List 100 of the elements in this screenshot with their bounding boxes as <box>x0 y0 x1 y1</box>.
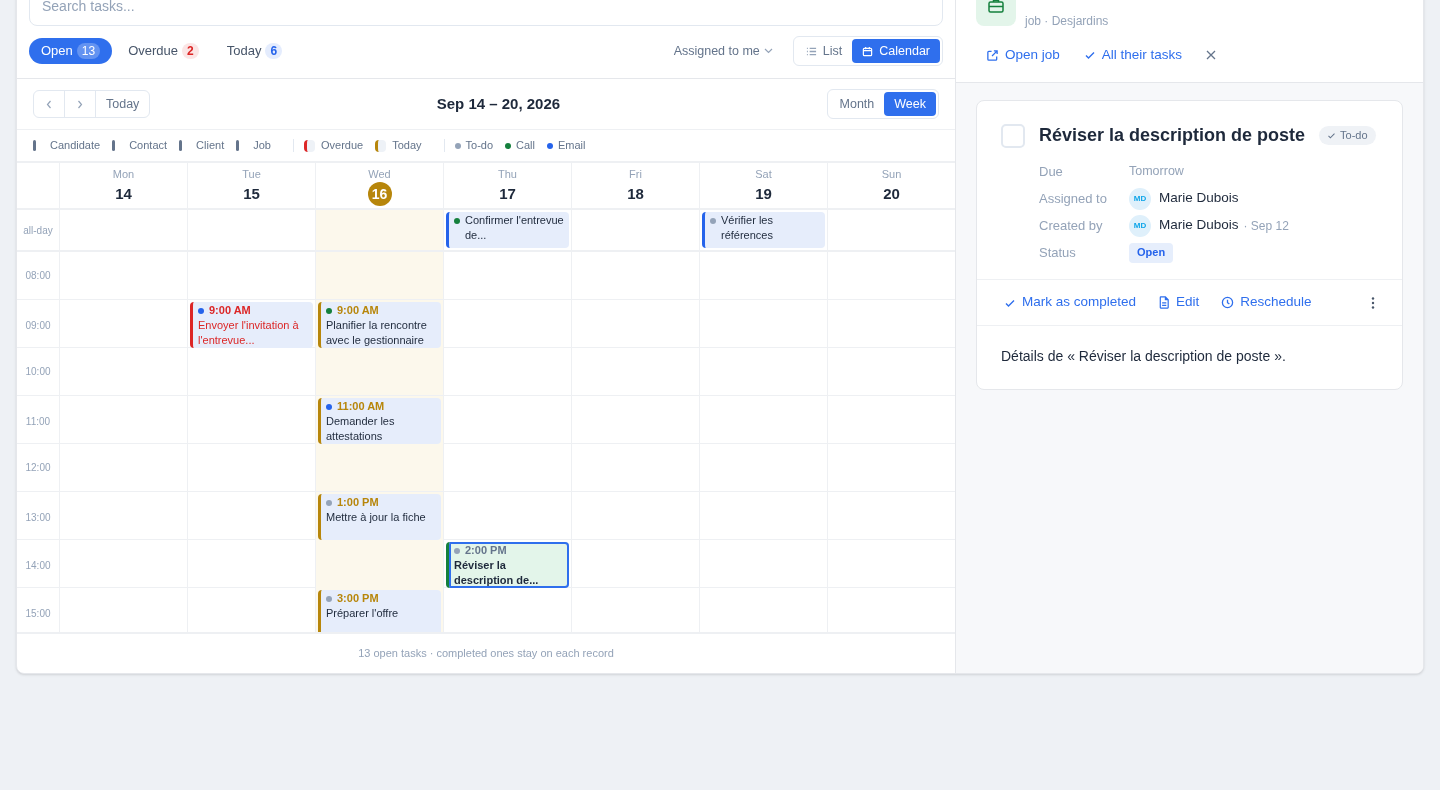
avatar: MD <box>1129 214 1151 237</box>
hour-label: 08:00 <box>25 269 51 283</box>
external-link-icon <box>986 48 999 62</box>
count-badge: 2 <box>182 43 199 59</box>
legend-label: Candidate <box>50 138 101 154</box>
weekday-label: Sat <box>755 168 772 181</box>
calendar-icon <box>862 45 874 57</box>
field-label: Due <box>1039 162 1064 181</box>
event-title: Demander les attestations <box>326 414 396 444</box>
event-title: Réviser la description de... <box>454 558 540 588</box>
close-icon <box>1206 50 1217 60</box>
event-title: Planifier la rencontre avec le gestionnaire <box>326 318 428 348</box>
search-field[interactable]: Search tasks... <box>29 0 943 26</box>
filter-tab[interactable]: Open 13 <box>29 38 113 64</box>
avatar: MD <box>1129 187 1151 210</box>
date-number: 19 <box>755 183 772 204</box>
legend-label: Call <box>516 138 535 154</box>
legend-label: Email <box>558 138 586 154</box>
hour-label: 11:00 <box>25 414 51 429</box>
check-icon <box>1327 131 1337 140</box>
view-tab[interactable]: List <box>795 39 853 63</box>
event-title: Vérifier les références <box>721 213 774 243</box>
clock-icon <box>1221 296 1235 309</box>
date-number: 20 <box>883 183 900 204</box>
record-action-link[interactable]: All their tasks <box>1083 44 1183 66</box>
weekday-label: Wed <box>368 168 391 181</box>
chevron-left-icon <box>46 99 52 109</box>
list-icon <box>805 45 817 57</box>
person-name: Marie Dubois <box>1159 189 1239 208</box>
weekday-label: Thu <box>498 168 517 181</box>
legend-label: Job <box>253 138 271 154</box>
task-action-link[interactable]: Reschedule <box>1221 292 1312 313</box>
hour-label: 13:00 <box>25 510 51 525</box>
task-action-link[interactable]: Edit <box>1158 292 1200 313</box>
event-time: 1:00 PM <box>337 495 379 510</box>
type-chip: To-do <box>1319 126 1376 145</box>
mode-tab[interactable]: Week <box>884 92 936 116</box>
task-action-link[interactable]: Mark as completed <box>1004 292 1137 313</box>
hour-label: 14:00 <box>25 558 51 573</box>
calendar-event[interactable]: 2:00 PM Réviser la description de... <box>446 542 569 588</box>
legend-label: Contact <box>129 138 168 154</box>
hour-label: 15:00 <box>25 606 51 621</box>
weekday-label: Sun <box>881 168 902 181</box>
field-label: Assigned to <box>1039 189 1108 208</box>
task-description: Détails de « Réviser la description de poste ». <box>1001 347 1287 366</box>
hour-label: 12:00 <box>25 461 51 475</box>
created-date: · Sep 12 <box>1243 217 1289 235</box>
person-name: Marie Dubois <box>1159 216 1239 235</box>
date-range: Sep 14 – 20, 2026 <box>436 93 561 114</box>
event-time: 9:00 AM <box>209 303 251 318</box>
weekday-label: Mon <box>112 168 135 181</box>
all-day-label: all-day <box>23 223 53 238</box>
calendar-event[interactable]: Vérifier les références <box>702 212 825 248</box>
calendar-event[interactable]: Confirmer l'entrevue de... <box>446 212 569 248</box>
calendar-event[interactable]: 11:00 AM Demander les attestations <box>318 398 441 444</box>
event-time: 2:00 PM <box>465 543 507 558</box>
date-number: 18 <box>627 183 644 204</box>
mode-tab[interactable]: Month <box>829 92 885 116</box>
document-icon <box>1158 296 1171 309</box>
calendar-event[interactable]: 9:00 AM Envoyer l'invitation à l'entrevue... <box>190 302 313 348</box>
event-time: 9:00 AM <box>337 303 379 318</box>
check-icon <box>1083 49 1096 61</box>
task-checkbox[interactable] <box>1001 123 1025 148</box>
date-number: 17 <box>499 183 516 204</box>
view-tab[interactable]: Calendar <box>852 39 940 63</box>
hour-label: 10:00 <box>25 365 51 379</box>
calendar-event[interactable]: 3:00 PM Préparer l'offre <box>318 590 441 632</box>
record-subtitle: job · Desjardins <box>1025 13 1109 30</box>
hour-label: 09:00 <box>25 318 51 333</box>
status-badge: Open <box>1129 242 1174 263</box>
date-number: 15 <box>243 183 260 204</box>
legend-label: Today <box>392 138 422 154</box>
weekday-label: Fri <box>629 168 642 181</box>
field-label: Created by <box>1039 216 1104 235</box>
task-title: Réviser la description de poste <box>1039 124 1306 147</box>
caret-icon <box>763 48 773 54</box>
event-time: 11:00 AM <box>337 399 385 414</box>
record-action-link[interactable]: Open job <box>986 44 1060 66</box>
footer-note: 13 open tasks · completed ones stay on each record <box>358 646 614 662</box>
event-time: 3:00 PM <box>337 591 379 606</box>
count-badge: 6 <box>265 43 283 59</box>
field-label: Status <box>1039 243 1077 262</box>
count-badge: 13 <box>76 43 101 59</box>
filter-tab[interactable]: Overdue 2 <box>116 38 211 64</box>
event-title: Préparer l'offre <box>326 606 400 621</box>
more-button[interactable] <box>1371 296 1375 309</box>
field-value: Tomorrow <box>1129 163 1184 181</box>
filter-tab[interactable]: Today 6 <box>214 38 295 64</box>
legend-label: Client <box>196 138 225 154</box>
event-title: Mettre à jour la fiche <box>326 510 427 525</box>
event-title: Confirmer l'entrevue de... <box>465 213 564 243</box>
chevron-right-icon <box>77 99 83 109</box>
assignee-dropdown[interactable]: Assigned to me <box>673 41 773 61</box>
date-number: 16 <box>367 182 392 206</box>
calendar-event[interactable]: 1:00 PM Mettre à jour la fiche <box>318 494 441 540</box>
legend-label: Overdue <box>320 138 364 154</box>
weekday-label: Tue <box>242 168 261 181</box>
calendar-event[interactable]: 9:00 AM Planifier la rencontre avec le gestionnaire <box>318 302 441 348</box>
more-icon <box>1371 296 1375 309</box>
close-button[interactable] <box>1206 50 1217 60</box>
